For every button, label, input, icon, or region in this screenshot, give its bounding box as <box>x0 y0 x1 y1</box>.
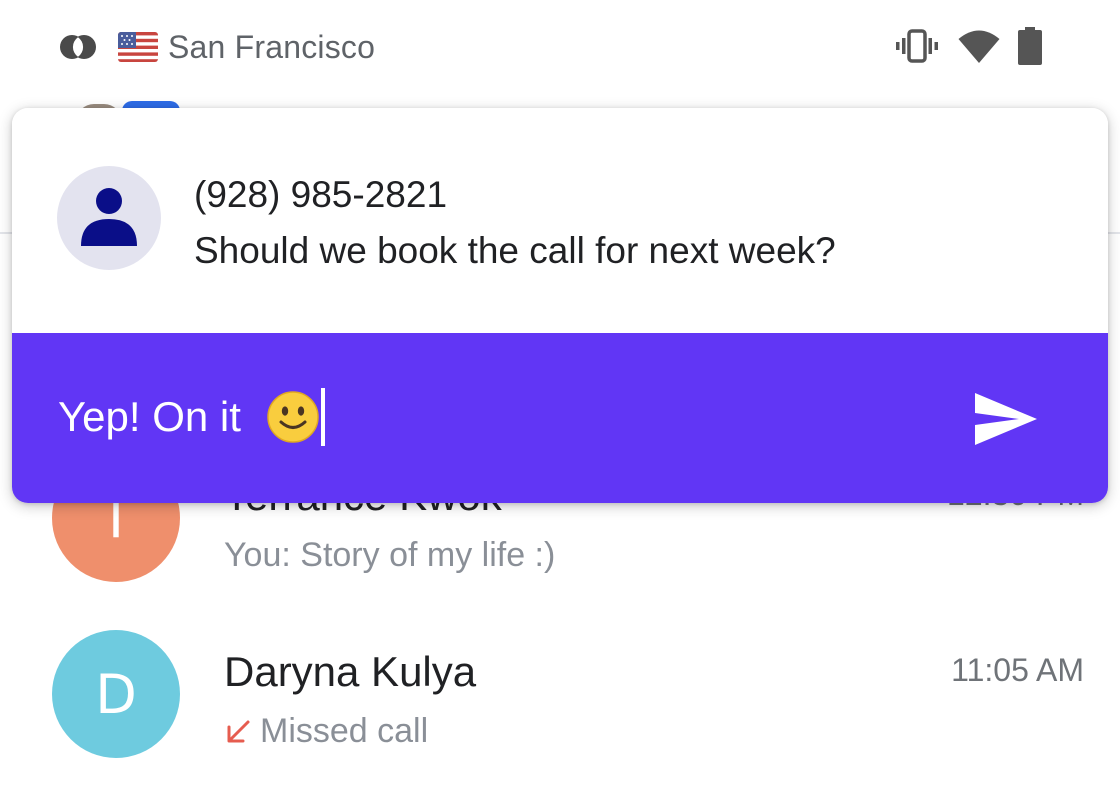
incoming-message-area: (928) 985-2821 Should we book the call f… <box>12 108 1108 333</box>
person-icon <box>81 188 137 246</box>
send-icon <box>975 393 1037 445</box>
status-bar: San Francisco <box>0 0 1120 92</box>
slightly-smiling-face-emoji <box>266 391 319 443</box>
snippet-text: You: Story of my life :) <box>224 536 556 574</box>
status-right <box>896 24 1042 68</box>
conversation-snippet: You: Story of my life :) <box>224 536 555 575</box>
conversation-name: Daryna Kulya <box>224 648 477 695</box>
conversation-time: 11:05 AM <box>951 652 1084 688</box>
text-cursor <box>320 388 325 446</box>
battery-icon <box>1018 27 1042 65</box>
vpn-icon <box>60 35 96 59</box>
contact-number: (928) 985-2821 <box>194 174 448 215</box>
reply-bar: Yep! On it <box>12 333 1108 503</box>
contact-avatar <box>57 166 161 270</box>
vibrate-icon <box>896 29 938 63</box>
reply-input-text: Yep! On it <box>58 393 253 440</box>
quick-reply-card: (928) 985-2821 Should we book the call f… <box>12 108 1108 503</box>
conversation-snippet: Missed call <box>224 712 428 751</box>
us-flag-icon <box>118 32 158 62</box>
avatar: D <box>52 630 180 758</box>
conversation-row[interactable]: D Daryna Kulya 11:05 AM Missed call <box>0 620 1120 770</box>
snippet-text: Missed call <box>260 712 429 750</box>
reply-input[interactable]: Yep! On it <box>58 385 325 449</box>
incoming-message: Should we book the call for next week? <box>194 230 836 271</box>
missed-call-icon <box>227 720 250 742</box>
wifi-icon <box>958 30 1000 63</box>
send-button[interactable] <box>970 387 1042 451</box>
status-city: San Francisco <box>168 28 376 65</box>
status-left: San Francisco <box>58 27 375 67</box>
